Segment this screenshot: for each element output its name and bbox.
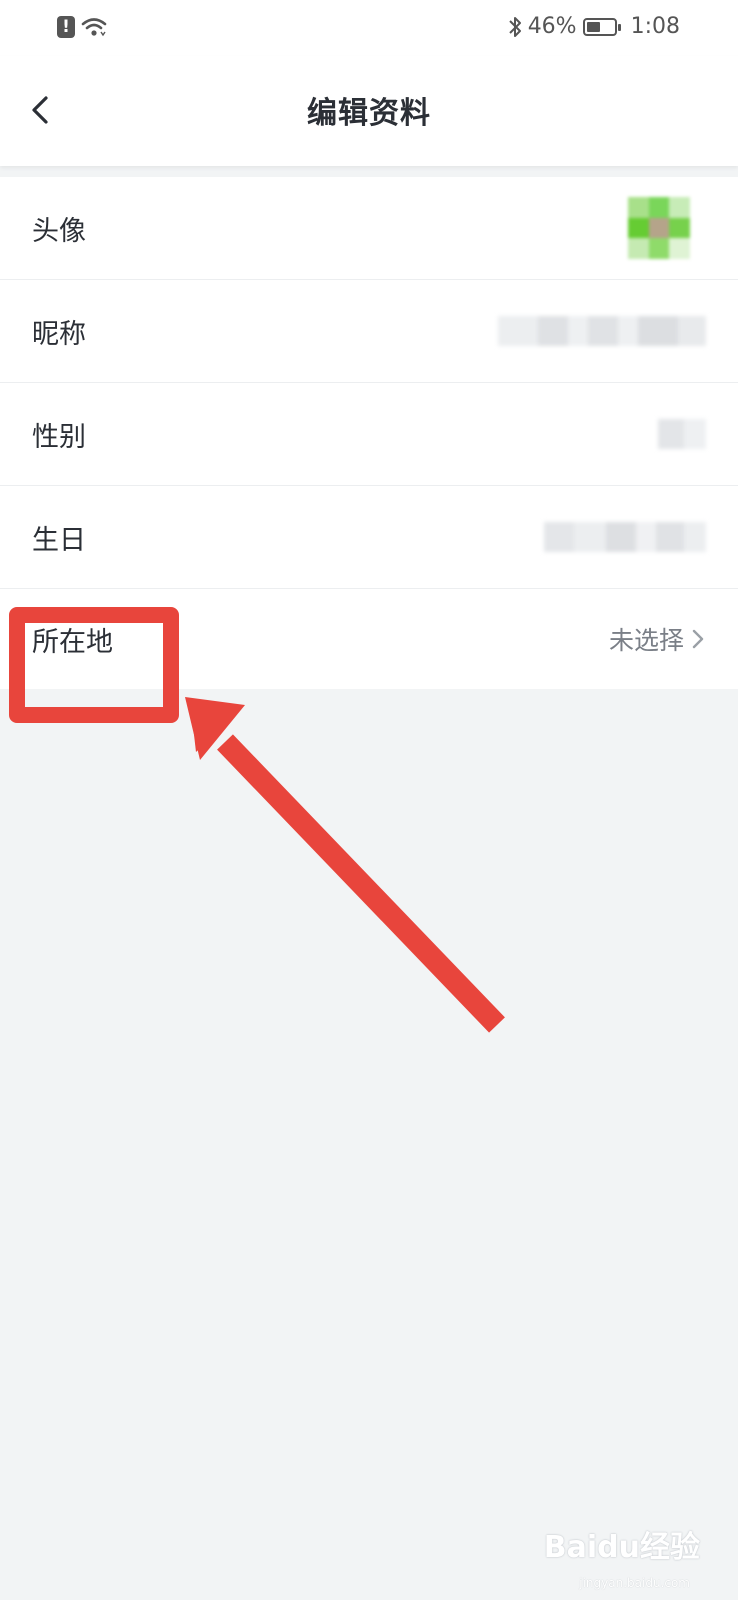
watermark-sub: jingyan.baidu.com (579, 1576, 690, 1590)
annotation-highlight-box (9, 607, 179, 723)
nickname-value-blurred (498, 316, 706, 346)
status-bar: ! 46% 1:08 (0, 0, 738, 56)
clock: 1:08 (630, 14, 680, 39)
chevron-right-icon (692, 629, 704, 649)
row-avatar[interactable]: 头像 (0, 177, 738, 280)
row-gender[interactable]: 性别 (0, 383, 738, 486)
row-label: 性别 (32, 421, 86, 453)
location-value-text: 未选择 (608, 626, 684, 655)
status-right: 46% 1:08 (508, 14, 680, 39)
row-birthday[interactable]: 生日 (0, 486, 738, 589)
page-title: 编辑资料 (307, 96, 431, 131)
birthday-value-blurred (544, 522, 706, 552)
row-label: 昵称 (32, 318, 86, 350)
row-label: 头像 (32, 215, 86, 247)
gender-value-blurred (658, 419, 706, 449)
bluetooth-icon (508, 16, 521, 37)
status-left: ! (57, 16, 107, 38)
row-nickname[interactable]: 昵称 (0, 280, 738, 383)
watermark: Baidu经验 (543, 1530, 700, 1565)
nav-bar: 编辑资料 (0, 56, 738, 166)
row-label: 生日 (32, 524, 86, 556)
wifi-icon (81, 18, 107, 37)
alert-icon: ! (57, 16, 75, 38)
battery-icon (582, 17, 621, 36)
avatar[interactable] (628, 197, 690, 259)
battery-percent: 46% (527, 14, 577, 39)
location-value[interactable]: 未选择 (609, 621, 706, 657)
